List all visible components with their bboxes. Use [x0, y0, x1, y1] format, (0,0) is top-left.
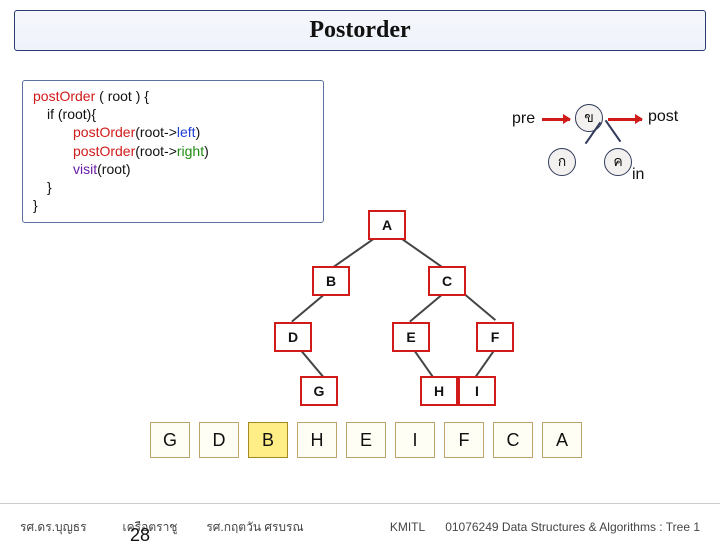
seq-cell: A — [542, 422, 582, 458]
code-text: ) — [204, 143, 209, 159]
code-text: (root) — [97, 161, 130, 177]
code-text: (root-> — [135, 124, 177, 140]
code-fn: postOrder — [73, 143, 135, 159]
traversal-legend: pre ข post ก ค in — [520, 100, 690, 200]
tree-node-h: H — [420, 376, 458, 406]
tree-node-f: F — [476, 322, 514, 352]
tree-node-i: I — [458, 376, 496, 406]
code-fn: postOrder — [73, 124, 135, 140]
seq-cell: G — [150, 422, 190, 458]
tree-diagram: A B C D E F G H I — [200, 210, 540, 420]
tree-node-d: D — [274, 322, 312, 352]
tree-node-c: C — [428, 266, 466, 296]
legend-pre: pre — [512, 110, 535, 128]
code-text: if (root){ — [33, 105, 313, 123]
seq-cell: C — [493, 422, 533, 458]
code-text: ( root ) { — [99, 88, 149, 104]
legend-node: ก — [548, 148, 576, 176]
code-fn: postOrder — [33, 88, 95, 104]
legend-in: in — [632, 166, 644, 184]
footer: รศ.ดร.บุญธร เครือตราชู รศ.กฤตวัน ศรบรณ K… — [0, 503, 720, 550]
seq-cell: E — [346, 422, 386, 458]
code-text: } — [33, 178, 313, 196]
seq-cell: D — [199, 422, 239, 458]
arrow-icon — [542, 118, 570, 121]
code-kw-right: right — [177, 143, 204, 159]
footer-course: 01076249 Data Structures & Algorithms : … — [445, 520, 700, 534]
seq-cell-current: B — [248, 422, 288, 458]
tree-node-b: B — [312, 266, 350, 296]
tree-node-g: G — [300, 376, 338, 406]
arrow-icon — [608, 118, 642, 121]
code-text: ) — [196, 124, 201, 140]
footer-institution: KMITL — [390, 520, 425, 534]
seq-cell: H — [297, 422, 337, 458]
tree-node-a: A — [368, 210, 406, 240]
page-title: Postorder — [14, 10, 706, 51]
footer-author: รศ.กฤตวัน ศรบรณ — [190, 518, 320, 537]
legend-node: ค — [604, 148, 632, 176]
legend-post: post — [648, 108, 678, 126]
code-block: postOrder ( root ) { if (root){ postOrde… — [22, 80, 324, 223]
tree-node-e: E — [392, 322, 430, 352]
footer-author: รศ.ดร.บุญธร — [20, 518, 110, 537]
postorder-sequence: G D B H E I F C A — [150, 422, 582, 458]
page-number: 28 — [130, 525, 150, 546]
code-kw-visit: visit — [73, 161, 97, 177]
seq-cell: I — [395, 422, 435, 458]
seq-cell: F — [444, 422, 484, 458]
tree-edge — [605, 120, 622, 142]
code-kw-left: left — [177, 124, 196, 140]
code-text: (root-> — [135, 143, 177, 159]
legend-node: ข — [575, 104, 603, 132]
